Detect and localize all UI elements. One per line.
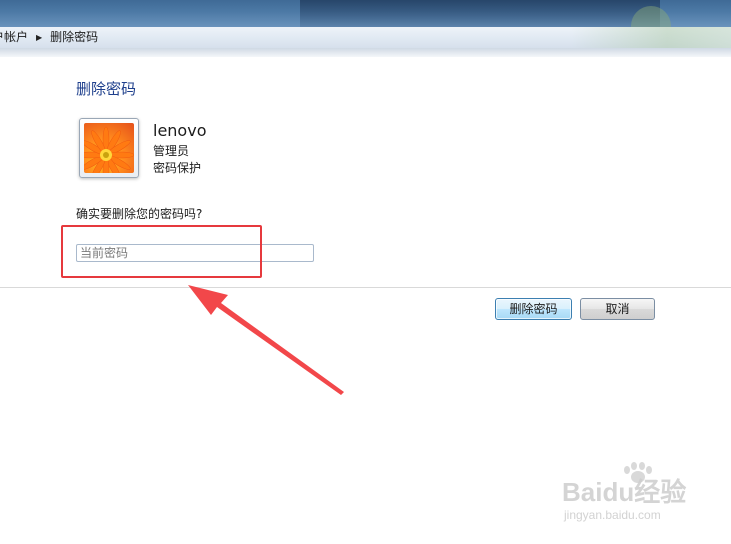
watermark-site: jingyan.baidu.com (564, 508, 661, 522)
watermark-brand: Baidu经验 (562, 477, 687, 507)
watermark: Baidu经验 jingyan.baidu.com (560, 462, 710, 528)
